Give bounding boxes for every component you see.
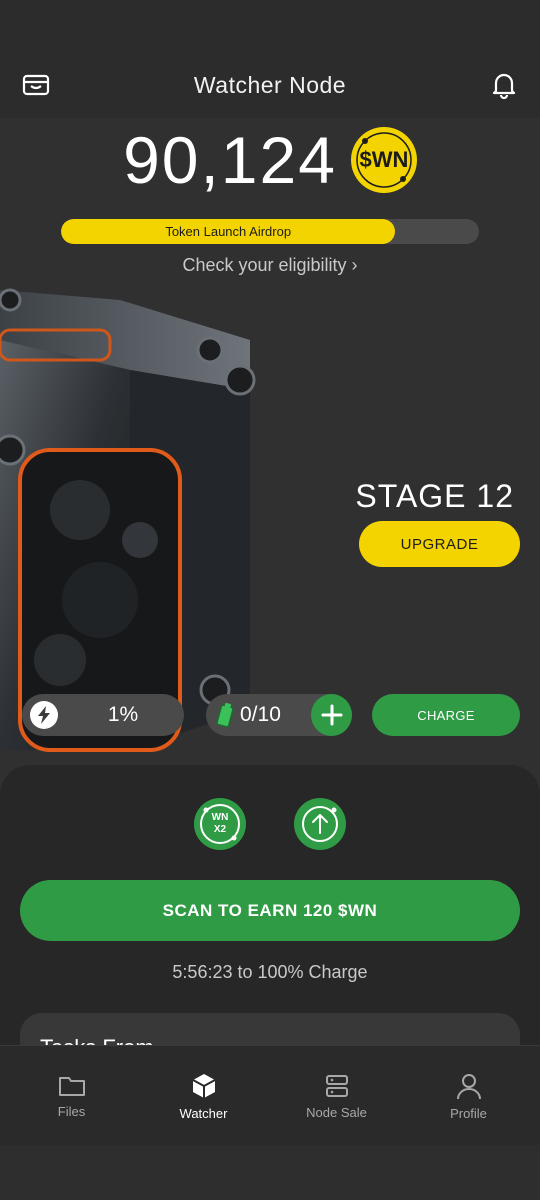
nav-label: Node Sale — [306, 1104, 367, 1120]
balance-amount: 90,124 — [123, 123, 337, 197]
balance-row: 90,124 $WN — [0, 120, 540, 200]
multiplier-boost-button[interactable]: WN X2 — [194, 798, 246, 850]
plus-icon — [321, 704, 342, 726]
nav-item-node-sale[interactable]: Node Sale — [269, 1046, 404, 1146]
nav-label: Profile — [450, 1105, 487, 1121]
upgrade-button[interactable]: UPGRADE — [359, 521, 520, 567]
charge-timer: 5:56:23 to 100% Charge — [172, 962, 368, 982]
cube-icon — [192, 1073, 215, 1098]
upgrade-boost-button[interactable] — [294, 798, 346, 850]
multiplier-label: WN X2 — [211, 812, 229, 835]
nav-label: Files — [57, 1103, 86, 1119]
add-battery-button[interactable] — [311, 694, 352, 736]
system-bar — [0, 1145, 540, 1200]
arrow-up-circle-icon — [302, 806, 338, 842]
eligibility-link[interactable]: Check your eligibility › — [0, 255, 540, 276]
coin-symbol: $WN — [359, 147, 409, 172]
bell-icon[interactable] — [488, 69, 520, 101]
battery-pill: 0/10 — [206, 694, 352, 736]
energy-value: 1% — [107, 703, 139, 726]
wn-coin-icon: $WN — [350, 127, 417, 193]
nav-label: Watcher — [179, 1105, 228, 1121]
app-header — [0, 0, 540, 118]
folder-icon — [58, 1076, 85, 1096]
user-icon — [456, 1073, 481, 1099]
battery-value: 0/10 — [240, 703, 281, 726]
lightning-icon — [30, 701, 58, 729]
scan-to-earn-button[interactable]: SCAN TO EARN 120 $WN — [20, 880, 520, 941]
server-icon — [325, 1074, 348, 1097]
charge-button[interactable]: CHARGE — [372, 694, 520, 736]
page-title: Watcher Node — [193, 72, 347, 98]
airdrop-progress-bar[interactable]: Token Launch Airdrop — [61, 219, 479, 244]
airdrop-progress-label: Token Launch Airdrop — [165, 224, 292, 239]
stage-label: STAGE 12 — [355, 478, 514, 514]
energy-pill: 1% — [22, 694, 184, 736]
battery-icon — [216, 702, 234, 733]
bottom-navigation: Files Watcher Node Sale Profile — [0, 1045, 540, 1146]
nav-item-files[interactable]: Files — [4, 1046, 139, 1146]
nav-item-watcher[interactable]: Watcher — [136, 1046, 271, 1146]
nav-item-profile[interactable]: Profile — [401, 1046, 536, 1146]
